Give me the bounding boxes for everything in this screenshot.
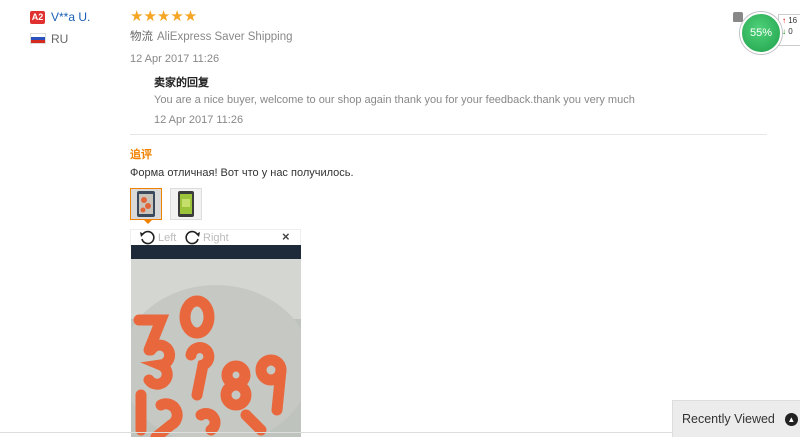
rotate-right-label: Right bbox=[203, 231, 229, 244]
buyer-level-badge: A2 bbox=[30, 11, 45, 24]
rotate-right-icon bbox=[185, 230, 200, 245]
down-count: 0 bbox=[788, 27, 793, 36]
shipping-label: 物流 bbox=[130, 31, 153, 43]
enlarged-review-photo bbox=[131, 245, 301, 437]
recently-viewed-label: Recently Viewed bbox=[682, 412, 775, 426]
review-photo-thumbnail-2[interactable] bbox=[170, 188, 202, 220]
bottom-divider bbox=[0, 432, 672, 433]
reviewer-name[interactable]: V**a U. bbox=[51, 10, 90, 24]
additional-feedback-title: 追评 bbox=[130, 149, 152, 161]
reviewer-country: RU bbox=[51, 32, 69, 46]
review-date: 12 Apr 2017 11:26 bbox=[130, 53, 220, 65]
thumbs-up-icon[interactable] bbox=[733, 12, 743, 22]
shipping-info: 物流 AliExpress Saver Shipping bbox=[130, 28, 293, 44]
up-arrow-icon: ↑ bbox=[782, 16, 786, 25]
selected-thumbnail-caret bbox=[143, 219, 153, 224]
up-count: 16 bbox=[788, 16, 798, 25]
recently-viewed-button[interactable]: Recently Viewed ▲ bbox=[672, 400, 800, 437]
additional-feedback-text: Форма отличная! Вот что у нас получилось… bbox=[130, 167, 354, 179]
rotate-left-button[interactable]: Left bbox=[139, 229, 176, 246]
photo-thumbnail-image bbox=[171, 189, 201, 219]
seller-reply-title: 卖家的回复 bbox=[154, 77, 209, 89]
close-viewer-button[interactable]: × bbox=[282, 229, 290, 244]
seller-reply-text: You are a nice buyer, welcome to our sho… bbox=[154, 94, 635, 106]
seller-reply-date: 12 Apr 2017 11:26 bbox=[154, 114, 244, 126]
photo-thumbnail-image bbox=[131, 189, 161, 219]
russia-flag-icon bbox=[30, 33, 46, 44]
star-rating: ★★★★★ bbox=[130, 8, 198, 25]
chevron-up-icon: ▲ bbox=[784, 412, 798, 426]
shipping-method: AliExpress Saver Shipping bbox=[157, 31, 293, 43]
divider bbox=[130, 134, 767, 135]
rating-percent-badge[interactable]: 55% bbox=[740, 12, 782, 54]
rotate-left-icon bbox=[140, 230, 155, 245]
review-photo-thumbnail-1[interactable] bbox=[130, 188, 162, 220]
rotate-right-button[interactable]: Right bbox=[184, 229, 229, 246]
down-arrow-icon: ↓ bbox=[782, 27, 786, 36]
rotate-left-label: Left bbox=[158, 231, 177, 244]
review-photo-image bbox=[131, 245, 301, 437]
